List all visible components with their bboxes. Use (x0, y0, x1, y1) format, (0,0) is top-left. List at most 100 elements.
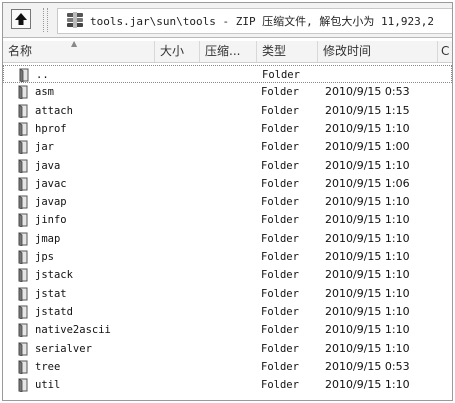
folder-icon (18, 378, 28, 393)
file-name: hprof (35, 122, 67, 135)
folder-icon (18, 360, 28, 374)
file-name: jar (35, 141, 54, 154)
column-extra-label: C (441, 44, 450, 58)
folder-icon (18, 122, 28, 136)
file-row[interactable]: javap Folder 2010/9/15 1:10 (3, 193, 452, 211)
file-name: jmap (35, 232, 61, 245)
file-row[interactable]: tree Folder 2010/9/15 0:53 (3, 358, 452, 376)
folder-icon (18, 323, 28, 338)
file-type: Folder (261, 287, 299, 300)
winrar-archive-icon (67, 12, 83, 28)
file-row[interactable]: jps Folder 2010/9/15 1:10 (3, 248, 452, 266)
folder-icon (18, 195, 28, 210)
file-name: jps (35, 251, 54, 263)
file-type: Folder (261, 324, 299, 337)
file-row[interactable]: jstatd Folder 2010/9/15 1:10 (3, 303, 452, 321)
file-modified: 2010/9/15 1:10 (325, 323, 410, 337)
folder-icon (18, 85, 28, 100)
folder-icon (18, 213, 28, 228)
file-name: jinfo (35, 214, 67, 227)
file-row[interactable]: serialver Folder 2010/9/15 1:10 (3, 340, 452, 358)
file-modified: 2010/9/15 0:53 (325, 85, 410, 99)
file-row[interactable]: java Folder 2010/9/15 1:10 (3, 157, 452, 175)
path-field[interactable]: tools.jar\sun\tools - ZIP 压缩文件, 解包大小为 11… (57, 8, 452, 34)
file-modified: 2010/9/15 1:10 (325, 158, 410, 172)
folder-icon (19, 68, 29, 82)
up-folder-button[interactable] (11, 9, 31, 29)
folder-icon (18, 177, 28, 191)
column-modified-label: 修改时间 (323, 44, 372, 58)
file-modified: 2010/9/15 1:10 (325, 195, 410, 209)
file-modified: 2010/9/15 1:06 (325, 176, 410, 190)
file-type: Folder (262, 69, 300, 81)
folder-icon (18, 103, 28, 118)
file-type: Folder (261, 269, 299, 282)
file-name: tree (35, 360, 61, 373)
column-extra[interactable]: C (438, 41, 452, 62)
file-modified: 2010/9/15 1:10 (325, 250, 410, 263)
file-type: Folder (261, 141, 299, 154)
file-modified: 2010/9/15 1:10 (325, 286, 410, 300)
file-name: .. (36, 69, 49, 81)
sort-asc-icon: ▲ (71, 41, 78, 48)
file-row[interactable]: util Folder 2010/9/15 1:10 (3, 376, 452, 394)
file-modified: 2010/9/15 1:10 (325, 304, 410, 318)
folder-icon (18, 231, 28, 246)
file-type: Folder (261, 122, 299, 135)
file-name: javac (35, 177, 67, 190)
file-name: asm (35, 86, 54, 99)
file-modified: 2010/9/15 1:10 (325, 378, 410, 392)
file-name: util (35, 379, 61, 392)
file-type: Folder (261, 379, 299, 392)
file-row[interactable]: jstat Folder 2010/9/15 1:10 (3, 285, 452, 303)
file-type: Folder (261, 159, 299, 172)
file-row[interactable]: native2ascii Folder 2010/9/15 1:10 (3, 321, 452, 339)
file-row[interactable]: jar Folder 2010/9/15 1:00 (3, 138, 452, 156)
file-row[interactable]: javac Folder 2010/9/15 1:06 (3, 175, 452, 193)
folder-icon (18, 341, 28, 356)
file-type: Folder (261, 360, 299, 373)
file-modified: 2010/9/15 1:10 (325, 213, 410, 227)
path-bar: tools.jar\sun\tools - ZIP 压缩文件, 解包大小为 11… (3, 3, 452, 38)
toolbar-grip[interactable] (43, 8, 48, 32)
up-arrow-icon (15, 13, 27, 25)
folder-icon (18, 286, 28, 301)
column-modified[interactable]: 修改时间 (318, 41, 438, 62)
file-row[interactable]: attach Folder 2010/9/15 1:15 (3, 102, 452, 120)
file-name: jstat (35, 287, 67, 300)
column-name[interactable]: ▲ 名称 (3, 41, 155, 62)
file-type: Folder (261, 104, 299, 117)
column-size[interactable]: 大小 (155, 41, 200, 62)
folder-icon (18, 305, 28, 319)
file-type: Folder (261, 342, 299, 355)
column-name-label: 名称 (8, 44, 33, 58)
file-name: serialver (35, 342, 92, 355)
file-name: jstack (35, 269, 73, 282)
file-modified: 2010/9/15 1:00 (325, 140, 410, 154)
file-type: Folder (261, 86, 299, 99)
file-modified: 2010/9/15 0:53 (325, 359, 410, 373)
column-size-label: 大小 (160, 44, 185, 58)
column-header: ▲ 名称 大小 压缩... 类型 修改时间 C (3, 41, 452, 63)
archive-path-text: tools.jar\sun\tools - ZIP 压缩文件, 解包大小为 11… (90, 15, 435, 28)
file-row[interactable]: hprof Folder 2010/9/15 1:10 (3, 120, 452, 138)
file-row[interactable]: jstack Folder 2010/9/15 1:10 (3, 266, 452, 284)
file-modified: 2010/9/15 1:10 (325, 121, 410, 135)
file-row[interactable]: jinfo Folder 2010/9/15 1:10 (3, 211, 452, 229)
file-row[interactable]: jmap Folder 2010/9/15 1:10 (3, 230, 452, 248)
file-modified: 2010/9/15 1:10 (325, 231, 410, 245)
parent-folder-row[interactable]: .. Folder (3, 65, 452, 83)
folder-icon (18, 158, 28, 173)
folder-icon (18, 268, 28, 283)
file-type: Folder (261, 196, 299, 209)
column-type[interactable]: 类型 (257, 41, 318, 62)
file-name: native2ascii (35, 324, 111, 337)
archive-window: tools.jar\sun\tools - ZIP 压缩文件, 解包大小为 11… (2, 2, 453, 401)
file-modified: 2010/9/15 1:10 (325, 268, 410, 282)
folder-icon (18, 140, 28, 155)
file-type: Folder (261, 214, 299, 227)
file-row[interactable]: asm Folder 2010/9/15 0:53 (3, 83, 452, 101)
column-type-label: 类型 (262, 44, 287, 58)
folder-icon (18, 250, 28, 264)
column-packed[interactable]: 压缩... (200, 41, 257, 62)
